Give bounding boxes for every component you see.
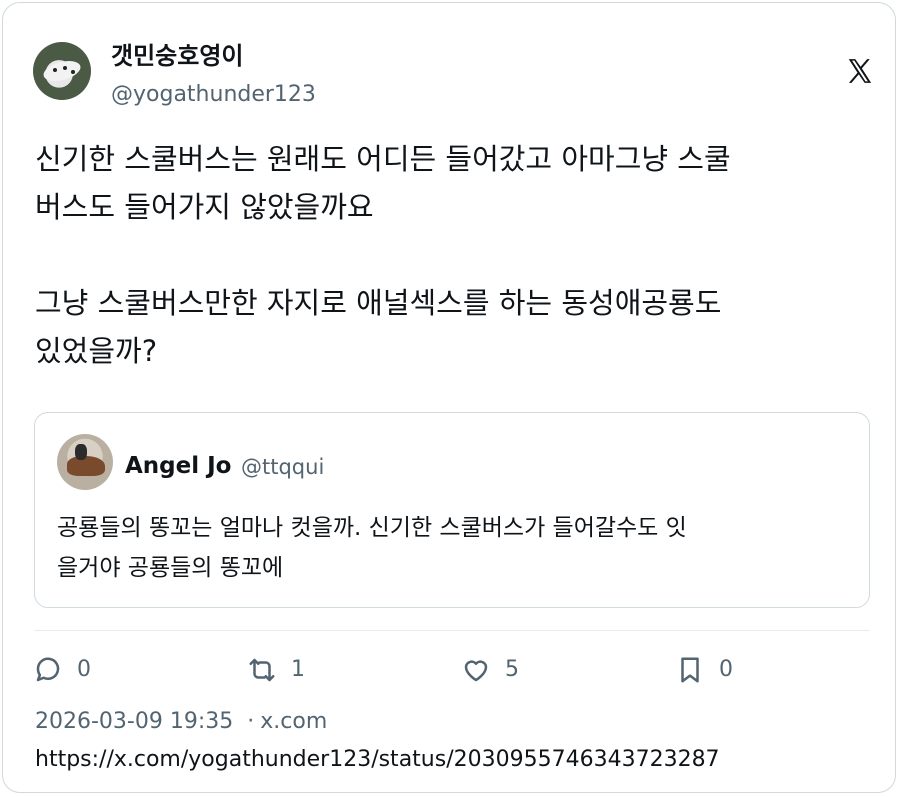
quoted-tweet-text: 공룡들의 똥꼬는 얼마나 컷을까. 신기한 스쿨버스가 들어갈수도 잇 을거야 … (57, 515, 687, 581)
tweet-meta: 2026-03-09 19:35 · x.com (35, 708, 327, 736)
bookmark-count: 0 (719, 657, 733, 682)
meta-separator: · (247, 709, 255, 734)
divider (34, 630, 870, 631)
reply-icon (36, 657, 60, 682)
like-count: 5 (505, 657, 519, 682)
retweet-count: 1 (291, 657, 305, 682)
retweet-icon (249, 658, 275, 682)
quoted-tweet[interactable]: Angel Jo @ttqqui 공룡들의 똥꼬는 얼마나 컷을까. 신기한 스… (34, 412, 870, 608)
author-handle[interactable]: @yogathunder123 (111, 81, 316, 109)
tweet-url[interactable]: https://x.com/yogathunder123/status/2030… (35, 746, 720, 774)
author-name[interactable]: 갯민숭호영이 (111, 41, 243, 71)
reply-count: 0 (77, 657, 91, 682)
reply-button[interactable]: 0 (33, 653, 91, 687)
author-avatar[interactable] (33, 42, 91, 100)
bookmark-icon (681, 657, 699, 683)
quoted-author-handle: @ttqqui (241, 455, 325, 479)
tweet-card: 갯민숭호영이 @yogathunder123 신기한 스쿨버스는 원래도 어디든… (2, 2, 896, 793)
tweet-text: 신기한 스쿨버스는 원래도 어디든 들어갔고 아마그냥 스쿨 버스도 들어가지 … (35, 142, 731, 368)
heart-icon (464, 660, 488, 682)
timestamp[interactable]: 2026-03-09 19:35 (35, 709, 233, 734)
quoted-author-avatar[interactable] (57, 434, 113, 490)
bookmark-button[interactable]: 0 (675, 653, 733, 687)
x-logo-icon[interactable] (845, 56, 875, 86)
retweet-button[interactable]: 1 (247, 653, 305, 687)
source-link[interactable]: x.com (260, 709, 327, 734)
quoted-author-name: Angel Jo (125, 453, 232, 479)
like-button[interactable]: 5 (461, 653, 519, 687)
